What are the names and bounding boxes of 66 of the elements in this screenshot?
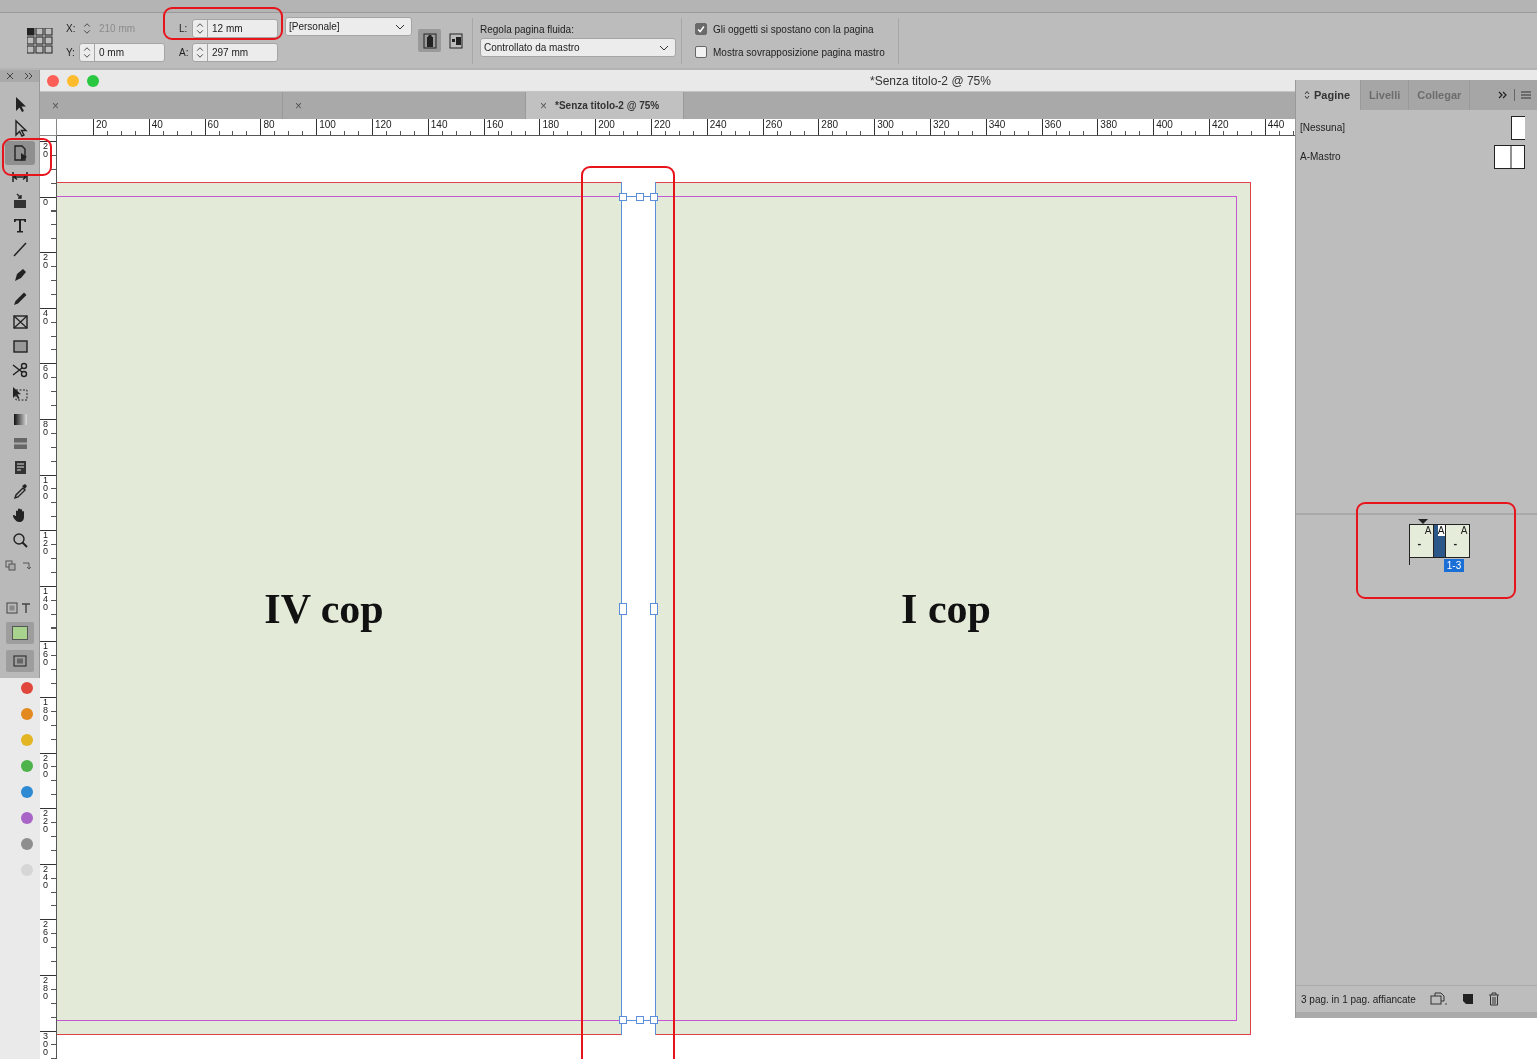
color-tag-dot[interactable] [21,733,33,746]
fill-swatch[interactable] [5,621,34,644]
checkbox[interactable] [695,23,707,35]
caret-icon [395,23,405,30]
number-field[interactable]: 0 mm [79,43,165,62]
document-tab[interactable]: × *Senza titolo-2 @ 75% [526,92,684,119]
field-label: A: [179,47,189,58]
status-text: 3 pag. in 1 pag. affiancate [1301,993,1416,1005]
option-label: Gli oggetti si spostano con la pagina [713,23,874,35]
panel-tab[interactable]: Pagine [1296,80,1362,110]
frame-handle[interactable] [619,603,627,615]
frame-handle[interactable] [619,1016,627,1024]
trash-icon[interactable] [1487,992,1500,1006]
page-thumbnail-icon [1511,115,1525,140]
tool-button[interactable] [4,140,35,165]
field-label: Y: [66,47,76,58]
page-mode-button[interactable] [418,29,441,52]
color-tag-dot[interactable] [21,681,33,694]
zoom-icon [10,530,29,549]
page-size-icon[interactable] [1429,992,1448,1006]
expand-icon[interactable] [1498,91,1508,99]
color-tag-dot[interactable] [21,811,33,824]
page-thumbnail[interactable]: A - [1409,524,1434,558]
close-button[interactable] [47,74,59,87]
view-mode-button[interactable] [5,649,34,672]
crossed-frame-icon [10,312,29,331]
color-tag-dot[interactable] [21,759,33,772]
page-text: IV cop [264,584,384,633]
spread-label: 1-3 [1443,559,1465,572]
caret-icon [659,44,669,51]
person-page-icon [422,32,437,49]
sort-icon [1304,90,1310,100]
fluid-rule-dropdown[interactable]: Controllato da mastro [480,38,676,57]
master-item[interactable]: A-Mastro [1296,142,1537,171]
field-label: L: [179,23,189,34]
spread-thumbnail-icon [1494,144,1525,169]
number-field[interactable]: 12 mm [192,19,278,38]
annotation-highlight [2,138,52,176]
field-label: X: [66,23,76,34]
checkbox[interactable] [695,46,707,58]
vertical-ruler: 20 0 20 40 60 80 100 120 140 160 180 200 220 240 260 280 300 [40,136,57,1059]
color-tag-dot[interactable] [21,707,33,720]
tab-close[interactable]: × [540,98,547,113]
page-thumbnail[interactable]: A - [1445,524,1470,558]
new-page-icon[interactable] [1461,993,1474,1005]
transform-icon [10,385,29,404]
menu-icon[interactable] [1521,91,1531,99]
scissors-icon [10,361,29,380]
reference-point-icon[interactable] [27,27,53,54]
window-title: *Senza titolo-2 @ 75% [870,73,991,88]
object-page-icon [448,32,463,49]
close-icon[interactable] [6,72,14,80]
view-icon [12,654,27,667]
page-text: I cop [901,584,991,633]
option-label: Mostra sovrapposizione pagina mastro [713,46,885,58]
color-tag-dot[interactable] [21,785,33,798]
frame-handle[interactable] [650,603,658,615]
preset-dropdown[interactable]: [Personale] [285,17,412,36]
number-field[interactable]: 297 mm [192,43,278,62]
rectangle-icon [10,337,29,356]
color-tag-dot[interactable] [21,837,33,850]
ruler-corner[interactable] [40,119,57,136]
fluid-label: Regola pagina fluida: [480,24,575,35]
line-icon [10,240,29,259]
collapse-icon[interactable] [24,72,33,80]
frame-handle[interactable] [619,193,627,201]
